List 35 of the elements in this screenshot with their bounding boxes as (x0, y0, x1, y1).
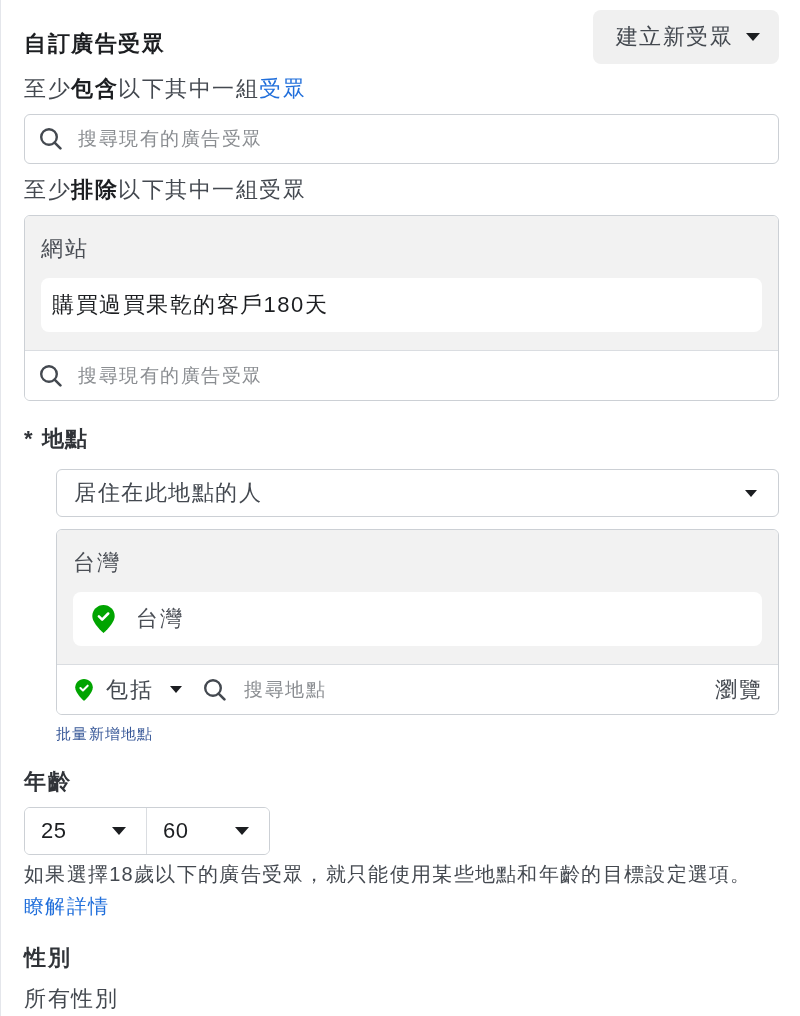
exclude-instruction: 至少排除以下其中一組受眾 (24, 176, 307, 204)
create-audience-button[interactable]: 建立新受眾 (592, 10, 779, 64)
group-title: 台灣 (73, 549, 121, 577)
location-pin-icon (75, 678, 93, 701)
search-icon (40, 128, 62, 150)
search-field[interactable]: 搜尋現有的廣告受眾 (24, 114, 779, 164)
audience-chip: 購買過買果乾的客戶180天 (41, 278, 762, 332)
location-name: 台灣 (136, 605, 183, 633)
gender-value: 所有性別 (24, 985, 119, 1013)
browse-button[interactable]: 瀏覽 (715, 675, 762, 704)
location-search-input[interactable]: 搜尋地點 (244, 675, 715, 704)
section-title: 自訂廣告受眾 (24, 30, 165, 58)
caret-icon (235, 827, 249, 835)
caret-icon (170, 686, 182, 693)
audience-link[interactable]: 受眾 (259, 76, 306, 101)
gender-label: 性別 (24, 944, 72, 972)
location-type-dropdown[interactable]: 居住在此地點的人 (56, 469, 779, 517)
search-icon (204, 678, 226, 701)
include-mode-dropdown[interactable]: 包括 (75, 669, 182, 710)
bulk-add-locations-link[interactable]: 批量新增地點 (56, 724, 154, 744)
min-age-dropdown[interactable]: 25 (25, 808, 147, 854)
caret-icon (112, 827, 126, 835)
search-field[interactable]: 搜尋現有的廣告受眾 (25, 350, 778, 400)
age-label: 年齡 (24, 768, 72, 796)
search-input[interactable]: 搜尋現有的廣告受眾 (78, 361, 762, 390)
caret-icon (746, 33, 760, 41)
learn-more-link[interactable]: 瞭解詳情 (24, 895, 110, 917)
location-search-field[interactable]: 搜尋地點 (204, 669, 715, 710)
age-help-text: 如果選擇18歲以下的廣告受眾，就只能使用某些地點和年齡的目標設定選項。 瞭解詳情 (24, 862, 753, 919)
group-title: 網站 (41, 235, 89, 263)
search-icon (40, 364, 62, 387)
search-input[interactable]: 搜尋現有的廣告受眾 (78, 125, 762, 153)
location-label: * 地點 (24, 425, 90, 453)
caret-icon (745, 489, 757, 497)
include-instruction: 至少包含以下其中一組受眾 (24, 75, 307, 103)
